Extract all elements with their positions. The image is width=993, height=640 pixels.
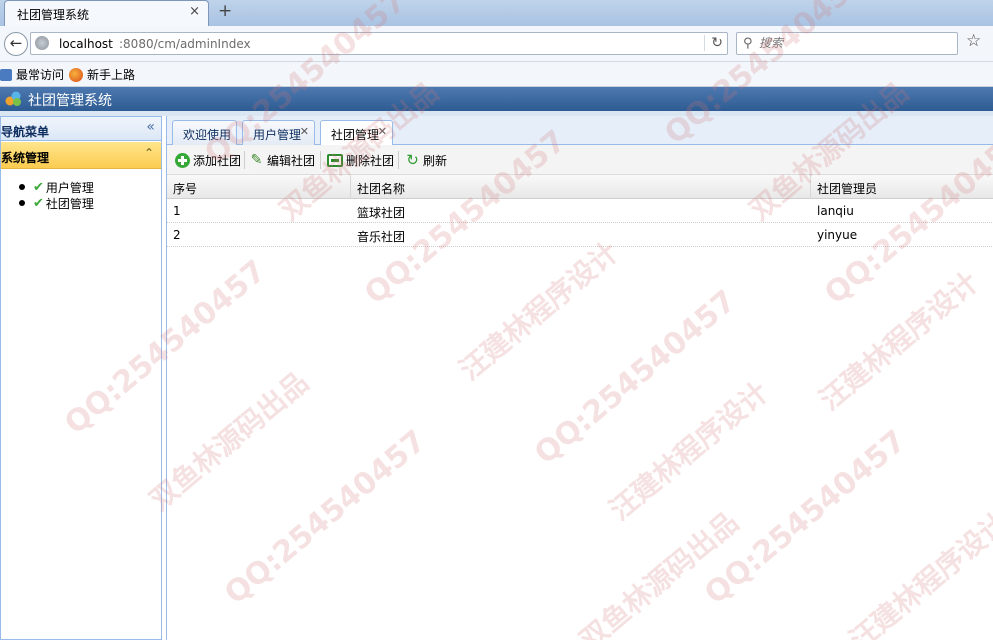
bookmark-folder-icon — [0, 68, 12, 81]
site-identity-icon[interactable] — [35, 36, 49, 50]
cell-club-name: 音乐社团 — [357, 230, 406, 244]
app-title: 社团管理系统 — [28, 93, 112, 109]
reload-icon[interactable]: ↻ — [704, 35, 723, 51]
column-divider[interactable] — [350, 175, 351, 199]
menu-tree: ✔ 用户管理 ✔ 社团管理 — [19, 179, 94, 211]
sidebar-item-club-management[interactable]: ✔ 社团管理 — [19, 195, 94, 211]
pencil-icon: ✎ — [250, 152, 263, 168]
edit-club-label: 编辑社团 — [267, 154, 316, 168]
tab-label: 欢迎使用 — [183, 128, 232, 142]
sidebar-item-user-management[interactable]: ✔ 用户管理 — [19, 179, 94, 195]
check-icon: ✔ — [33, 195, 44, 211]
sidebar-item-label: 社团管理 — [45, 196, 94, 211]
close-tab-icon[interactable]: ✕ — [300, 125, 309, 138]
content-panel: 欢迎使用 用户管理 ✕ 社团管理 ✕ 添加社团 ✎ 编辑社团 删除社团 ↻ 刷新 — [166, 116, 993, 640]
cell-index: 2 — [173, 228, 181, 242]
column-divider[interactable] — [810, 175, 811, 199]
check-icon: ✔ — [33, 179, 44, 195]
cell-index: 1 — [173, 204, 181, 218]
column-header-index[interactable]: 序号 — [173, 180, 197, 197]
navigation-panel-header: 导航菜单 « — [1, 117, 161, 141]
search-icon: ⚲ — [743, 36, 753, 51]
close-tab-icon[interactable]: × — [189, 4, 200, 19]
browser-tab-title: 社团管理系统 — [17, 8, 90, 22]
url-host: localhost — [59, 37, 113, 51]
refresh-button[interactable]: ↻ 刷新 — [405, 152, 447, 169]
cell-club-admin: lanqiu — [817, 204, 854, 218]
bookmarks-bar: 最常访问 新手上路 — [0, 62, 993, 87]
tab-welcome[interactable]: 欢迎使用 — [172, 120, 237, 145]
refresh-label: 刷新 — [423, 154, 448, 168]
browser-navbar: ← localhost :8080/cm/adminIndex ↻ ⚲ ☆ — [0, 26, 993, 62]
navigation-panel: 导航菜单 « 系统管理 ⌃ ✔ 用户管理 ✔ 社团管理 — [0, 116, 162, 640]
accordion-system-management[interactable]: 系统管理 ⌃ — [1, 142, 161, 169]
column-header-club-name[interactable]: 社团名称 — [357, 180, 405, 197]
table-header: 序号 社团名称 社团管理员 — [167, 175, 993, 199]
bookmark-getting-started[interactable]: 新手上路 — [69, 66, 135, 83]
search-input[interactable] — [759, 36, 949, 50]
table-row[interactable]: 1 篮球社团 lanqiu — [167, 199, 993, 223]
firefox-icon — [69, 67, 83, 82]
delete-club-label: 删除社团 — [346, 154, 395, 168]
address-bar[interactable]: localhost :8080/cm/adminIndex ↻ — [30, 32, 728, 55]
refresh-icon: ↻ — [406, 151, 419, 169]
tab-label: 用户管理 — [253, 128, 302, 142]
accordion-title: 系统管理 — [1, 151, 50, 165]
bookmark-most-visited[interactable]: 最常访问 — [0, 66, 64, 83]
tab-label: 社团管理 — [331, 128, 380, 142]
club-table: 序号 社团名称 社团管理员 1 篮球社团 lanqiu 2 音乐社团 yinyu… — [167, 175, 993, 247]
edit-club-button[interactable]: ✎ 编辑社团 — [249, 152, 315, 169]
toolbar-separator — [398, 151, 399, 169]
tab-club-management[interactable]: 社团管理 ✕ — [320, 120, 393, 146]
grid-toolbar: 添加社团 ✎ 编辑社团 删除社团 ↻ 刷新 — [167, 145, 993, 175]
bookmark-label: 新手上路 — [87, 68, 136, 82]
cell-club-name: 篮球社团 — [357, 206, 406, 220]
browser-tab[interactable]: 社团管理系统 × — [4, 0, 209, 26]
app-header: 社团管理系统 — [0, 87, 993, 111]
add-club-label: 添加社团 — [193, 154, 242, 168]
toolbar-separator — [244, 151, 245, 169]
search-box[interactable]: ⚲ — [736, 32, 958, 55]
app-logo-icon — [5, 91, 21, 106]
add-icon — [175, 153, 190, 168]
column-header-club-admin[interactable]: 社团管理员 — [817, 180, 877, 197]
bullet-icon — [19, 200, 25, 206]
back-button[interactable]: ← — [4, 32, 28, 56]
browser-tabstrip: 社团管理系统 × + — [0, 0, 993, 26]
collapse-panel-icon[interactable]: « — [146, 119, 155, 135]
table-row[interactable]: 2 音乐社团 yinyue — [167, 223, 993, 247]
new-tab-button[interactable]: + — [218, 1, 232, 21]
toolbar-separator — [320, 151, 321, 169]
url-path: :8080/cm/adminIndex — [119, 37, 251, 51]
content-tabs-bar: 欢迎使用 用户管理 ✕ 社团管理 ✕ — [167, 116, 993, 146]
bookmark-star-icon[interactable]: ☆ — [966, 31, 981, 51]
add-club-button[interactable]: 添加社团 — [175, 152, 241, 169]
bookmark-label: 最常访问 — [16, 68, 65, 82]
navigation-panel-title: 导航菜单 — [1, 125, 50, 139]
delete-icon — [327, 154, 343, 167]
tab-user-management[interactable]: 用户管理 ✕ — [242, 120, 315, 145]
bullet-icon — [19, 184, 25, 190]
delete-club-button[interactable]: 删除社团 — [327, 152, 394, 169]
cell-club-admin: yinyue — [817, 228, 858, 242]
close-tab-icon[interactable]: ✕ — [378, 125, 387, 138]
chevron-up-icon[interactable]: ⌃ — [144, 146, 154, 160]
sidebar-item-label: 用户管理 — [45, 180, 94, 195]
